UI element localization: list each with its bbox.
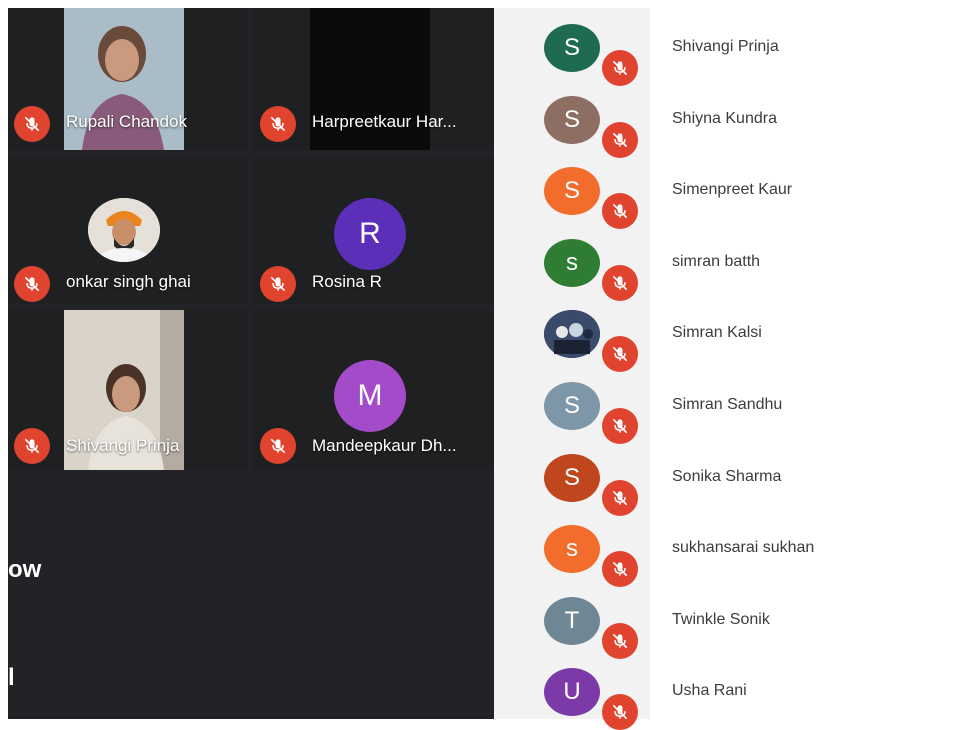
participant-name: Simenpreet Kaur — [672, 181, 793, 199]
muted-mic-icon — [602, 551, 638, 588]
participant-name: Shiyna Kundra — [672, 109, 777, 127]
participant-photo — [544, 310, 600, 359]
video-tile[interactable]: Harpreetkaur Har... — [252, 8, 494, 150]
participant-name: Simran Sandhu — [672, 396, 783, 413]
muted-mic-icon — [602, 264, 638, 301]
initial-avatar: S — [544, 24, 600, 72]
participant-list: S Shivangi Prinja S Shiyna Kundra S Simenpree… — [494, 8, 976, 730]
partial-text: l — [8, 664, 15, 691]
participant-name: simran batth — [672, 252, 761, 270]
participant-row[interactable]: T Twinkle Sonik — [494, 585, 976, 659]
muted-mic-icon — [260, 266, 296, 302]
video-tile[interactable]: onkar singh ghai — [8, 156, 248, 304]
muted-mic-icon — [260, 106, 296, 142]
muted-mic-icon — [602, 622, 638, 659]
participant-row[interactable]: U Usha Rani — [494, 656, 976, 730]
tile-name: Shivangi Prinja — [66, 436, 180, 455]
participant-name: sukhansarai sukhan — [672, 539, 815, 557]
tile-name: Rupali Chandok — [66, 112, 187, 131]
participant-name: Sonika Sharma — [672, 467, 782, 485]
video-tile[interactable]: Rupali Chandok — [8, 8, 248, 150]
initial-avatar: s — [544, 238, 600, 287]
initial-avatar: S — [544, 167, 600, 216]
tile-name: Mandeepkaur Dh... — [312, 436, 457, 455]
participant-row[interactable]: S Simran Sandhu — [494, 370, 976, 444]
tile-name: Harpreetkaur Har... — [312, 112, 457, 131]
initial-avatar: s — [544, 525, 600, 574]
participant-row[interactable]: s simran batth — [494, 227, 976, 301]
muted-mic-icon — [602, 479, 638, 516]
initial-avatar: T — [544, 596, 600, 645]
participant-row[interactable]: S Simenpreet Kaur — [494, 155, 976, 230]
participant-row[interactable]: S Shivangi Prinja — [494, 12, 976, 86]
participant-name: Usha Rani — [672, 682, 747, 700]
initial-avatar: M — [334, 360, 406, 432]
muted-mic-icon — [602, 336, 638, 373]
initial-avatar: S — [544, 95, 600, 144]
muted-mic-icon — [602, 694, 638, 730]
muted-mic-icon — [14, 266, 50, 302]
participant-row[interactable]: s sukhansarai sukhan — [494, 513, 976, 588]
initial-avatar: U — [544, 668, 600, 717]
participant-name: Simran Kalsi — [672, 324, 762, 342]
participant-name: Shivangi Prinja — [672, 38, 779, 55]
video-tile[interactable]: R Rosina R — [252, 156, 494, 304]
muted-mic-icon — [602, 50, 638, 86]
participant-photo — [88, 198, 160, 262]
tile-name: Rosina R — [312, 272, 382, 291]
muted-mic-icon — [602, 121, 638, 158]
tile-name: onkar singh ghai — [66, 272, 191, 291]
muted-mic-icon — [14, 106, 50, 142]
video-tile[interactable]: Shivangi Prinja — [8, 310, 248, 470]
initial-avatar: S — [544, 382, 600, 430]
initial-avatar: S — [544, 453, 600, 502]
participant-row[interactable]: S Sonika Sharma — [494, 442, 976, 516]
participant-row[interactable]: S Shiyna Kundra — [494, 84, 976, 158]
initial-avatar: R — [334, 198, 406, 270]
participant-name: Twinkle Sonik — [672, 610, 770, 628]
muted-mic-icon — [602, 193, 638, 230]
video-grid: Rupali Chandok Harpreetkaur Har... onkar… — [8, 8, 494, 719]
group-photo-icon — [544, 310, 600, 359]
muted-mic-icon — [602, 408, 638, 444]
muted-mic-icon — [14, 428, 50, 464]
participant-row[interactable]: Simran Kalsi — [494, 298, 976, 373]
video-tile[interactable]: M Mandeepkaur Dh... — [252, 310, 494, 470]
person-photo-icon — [88, 198, 160, 262]
muted-mic-icon — [260, 428, 296, 464]
partial-text: ow — [8, 556, 42, 583]
